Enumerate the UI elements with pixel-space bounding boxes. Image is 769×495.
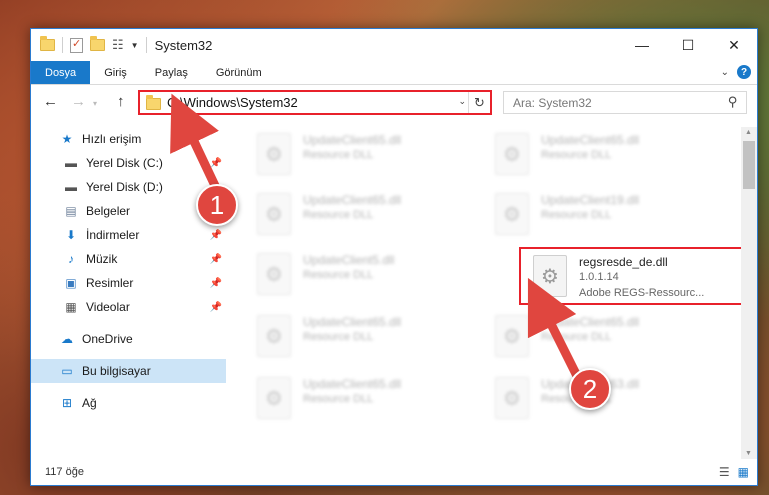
star-icon: ★ xyxy=(61,132,73,146)
tab-paylas[interactable]: Paylaş xyxy=(141,61,202,84)
customize-dropdown-icon[interactable]: ▼ xyxy=(131,41,139,50)
dll-file-icon: ⚙ xyxy=(533,255,567,297)
status-bar: 117 öğe ☰ ▦ xyxy=(31,459,757,485)
file-item-regsresde-de[interactable]: ⚙ regsresde_de.dll 1.0.1.14 Adobe REGS-R… xyxy=(519,247,743,305)
dll-file-icon: ⚙ xyxy=(257,133,291,175)
vertical-scrollbar[interactable]: ▲ ▼ xyxy=(741,127,757,459)
file-item[interactable]: ⚙ UpdateClient65.dll Resource DLL xyxy=(483,309,713,367)
cloud-icon: ☁ xyxy=(61,332,73,346)
pin-icon[interactable]: 📌 xyxy=(210,158,222,169)
file-item[interactable]: ⚙ UpdateClient65.dll Resource DLL xyxy=(245,371,475,429)
callout-badge-2: 2 xyxy=(569,368,611,410)
view-switcher: ☰ ▦ xyxy=(719,465,749,479)
dll-file-icon: ⚙ xyxy=(495,377,529,419)
tab-giris[interactable]: Giriş xyxy=(90,61,141,84)
dll-file-icon: ⚙ xyxy=(495,315,529,357)
sidebar-item-onedrive[interactable]: ☁ OneDrive xyxy=(31,327,226,351)
document-icon: ▤ xyxy=(65,204,77,218)
dll-file-icon: ⚙ xyxy=(257,193,291,235)
video-icon: ▦ xyxy=(65,300,77,314)
recent-locations-icon[interactable]: ▾ xyxy=(93,99,97,108)
toolbar-divider xyxy=(62,37,63,53)
file-item[interactable]: ⚙ UpdateClient5.dll Resource DLL xyxy=(245,247,475,305)
new-folder-icon[interactable] xyxy=(90,36,105,51)
computer-icon: ▭ xyxy=(61,364,73,378)
sidebar-item-this-pc[interactable]: ▭ Bu bilgisayar xyxy=(31,359,226,383)
file-item[interactable]: ⚙ UpdateClient65.dll Resource DLL xyxy=(483,127,713,185)
navigation-pane: ★ Hızlı erişim ▬ Yerel Disk (C:) 📌 ▬ Yer… xyxy=(31,127,231,457)
file-list: ⚙ UpdateClient65.dll Resource DLL ⚙ Upda… xyxy=(235,127,743,459)
drive-icon: ▬ xyxy=(65,156,77,170)
details-view-icon[interactable]: ☰ xyxy=(719,465,730,479)
expand-ribbon-icon[interactable]: ⌄ xyxy=(721,67,729,78)
address-bar[interactable]: C:\Windows\System32 ⌄ ↻ xyxy=(138,90,492,115)
search-input[interactable]: Ara: System32 ⚲ xyxy=(503,91,747,114)
file-item[interactable]: ⚙ UpdateClient65.dll Resource DLL xyxy=(245,187,475,245)
help-icon[interactable]: ? xyxy=(737,65,751,79)
up-button[interactable]: ↑ xyxy=(117,93,125,110)
download-icon: ⬇ xyxy=(65,228,77,242)
sidebar-item-videolar[interactable]: ▦ Videolar 📌 xyxy=(31,295,226,319)
pin-icon[interactable]: 📌 xyxy=(210,230,222,241)
pin-icon[interactable]: 📌 xyxy=(210,278,222,289)
network-icon: ⊞ xyxy=(61,396,73,410)
search-placeholder: Ara: System32 xyxy=(513,95,592,110)
sidebar-item-quick-access[interactable]: ★ Hızlı erişim xyxy=(31,127,226,151)
pictures-icon: ▣ xyxy=(65,276,77,290)
view-icon[interactable]: ☷ xyxy=(112,37,124,53)
sidebar-item-local-disk-d[interactable]: ▬ Yerel Disk (D:) xyxy=(31,175,226,199)
chevron-down-icon[interactable]: ⌄ xyxy=(458,96,466,107)
scrollbar-thumb[interactable] xyxy=(743,141,755,189)
quick-access-toolbar: ☷ ▼ xyxy=(31,36,147,53)
navigation-bar: ← → ▾ ↑ C:\Windows\System32 ⌄ ↻ Ara: Sys… xyxy=(31,87,757,119)
back-button[interactable]: ← xyxy=(43,93,58,110)
callout-badge-1: 1 xyxy=(196,184,238,226)
tiles-view-icon[interactable]: ▦ xyxy=(738,465,749,479)
forward-button[interactable]: → xyxy=(71,93,86,110)
explorer-window: ☷ ▼ System32 — ☐ ✕ Dosya Giriş Paylaş Gö… xyxy=(30,28,758,486)
item-count: 117 öğe xyxy=(45,466,84,478)
pin-icon[interactable]: 📌 xyxy=(210,254,222,265)
tab-gorunum[interactable]: Görünüm xyxy=(202,61,276,84)
sidebar-item-muzik[interactable]: ♪ Müzik 📌 xyxy=(31,247,226,271)
sidebar-item-network[interactable]: ⊞ Ağ xyxy=(31,391,226,415)
toolbar-divider xyxy=(145,37,147,53)
address-text: C:\Windows\System32 xyxy=(167,95,298,110)
sidebar-item-resimler[interactable]: ▣ Resimler 📌 xyxy=(31,271,226,295)
file-item[interactable]: ⚙ UpdateClient65.dll Resource DLL xyxy=(245,309,475,367)
window-title: System32 xyxy=(154,37,213,53)
file-item[interactable]: ⚙ UpdateClient19.dll Resource DLL xyxy=(483,187,713,245)
dll-file-icon: ⚙ xyxy=(257,377,291,419)
folder-icon xyxy=(40,36,55,51)
window-controls: — ☐ ✕ xyxy=(619,29,757,61)
music-icon: ♪ xyxy=(68,252,74,266)
drive-icon: ▬ xyxy=(65,180,77,194)
sidebar-item-local-disk-c[interactable]: ▬ Yerel Disk (C:) 📌 xyxy=(31,151,226,175)
pin-icon[interactable]: 📌 xyxy=(210,302,222,313)
maximize-button[interactable]: ☐ xyxy=(665,29,711,61)
ribbon-tabs: Dosya Giriş Paylaş Görünüm ⌄ ? xyxy=(31,61,757,85)
refresh-button[interactable]: ↻ xyxy=(468,92,490,113)
file-item[interactable]: ⚙ UpdateClient65.dll Resource DLL xyxy=(245,127,475,185)
search-icon: ⚲ xyxy=(728,94,738,109)
properties-icon[interactable] xyxy=(70,37,83,53)
tab-dosya[interactable]: Dosya xyxy=(31,61,91,84)
scroll-up-icon[interactable]: ▲ xyxy=(745,129,752,136)
title-bar: ☷ ▼ System32 — ☐ ✕ xyxy=(31,29,757,61)
close-button[interactable]: ✕ xyxy=(711,29,757,61)
minimize-button[interactable]: — xyxy=(619,29,665,61)
dll-file-icon: ⚙ xyxy=(257,253,291,295)
dll-file-icon: ⚙ xyxy=(495,133,529,175)
ribbon-controls: ⌄ ? xyxy=(721,65,751,79)
dll-file-icon: ⚙ xyxy=(495,193,529,235)
scroll-down-icon[interactable]: ▼ xyxy=(745,450,752,457)
folder-icon xyxy=(146,95,161,110)
dll-file-icon: ⚙ xyxy=(257,315,291,357)
sidebar-item-indirmeler[interactable]: ⬇ İndirmeler 📌 xyxy=(31,223,226,247)
